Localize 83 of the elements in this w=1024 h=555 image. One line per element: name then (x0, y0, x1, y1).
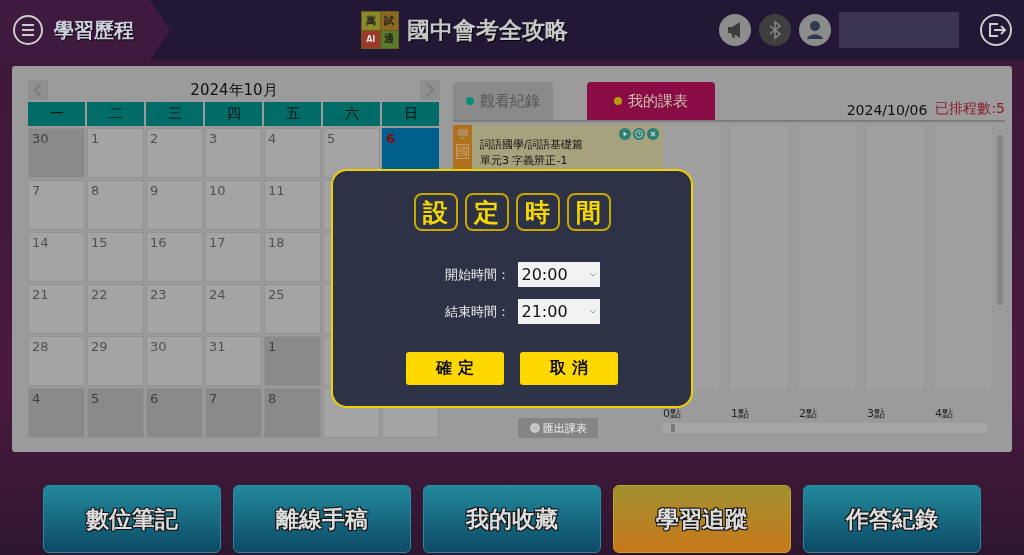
day-cell[interactable]: 22 (87, 284, 144, 334)
day-cell[interactable]: 16 (146, 232, 203, 282)
time-label: 開始時間： (444, 265, 510, 284)
day-cell[interactable]: 31 (205, 336, 262, 386)
day-cell[interactable]: 3 (205, 128, 262, 178)
weekday-header: 一 (28, 102, 85, 126)
day-cell[interactable]: 10 (205, 180, 262, 230)
nav-button[interactable]: 數位筆記 (43, 485, 221, 553)
weekday-header: 二 (87, 102, 144, 126)
day-cell[interactable]: 30 (146, 336, 203, 386)
play-icon[interactable] (619, 128, 631, 140)
dialog-title-char: 定 (464, 193, 509, 231)
tab[interactable]: 我的課表 (587, 82, 715, 120)
export-icon (529, 423, 540, 433)
schedule-date: 2024/10/06 (846, 102, 928, 118)
caret-icon (589, 272, 596, 277)
day-cell[interactable]: 8 (87, 180, 144, 230)
month-title: 2024年10月 (190, 80, 278, 100)
time-select[interactable]: 20:00 (517, 262, 600, 287)
time-select[interactable]: 21:00 (517, 299, 600, 324)
weekday-header: 五 (264, 102, 321, 126)
day-cell[interactable]: 30 (28, 128, 85, 178)
dialog-title-char: 間 (566, 193, 611, 231)
day-cell[interactable]: 24 (205, 284, 262, 334)
clock-icon[interactable] (633, 128, 645, 140)
entry-title: 詞語國學/詞語基礎篇 (480, 137, 583, 152)
hour-label: 0點 (663, 408, 682, 420)
day-cell[interactable]: 1 (264, 336, 321, 386)
day-cell[interactable]: 6 (146, 388, 203, 438)
day-cell[interactable]: 8 (264, 388, 321, 438)
day-cell[interactable]: 11 (264, 180, 321, 230)
megaphone-icon[interactable] (719, 14, 751, 46)
dialog-title-char: 時 (515, 193, 560, 231)
subject-badge: 國 (456, 144, 469, 159)
day-cell[interactable]: 5 (87, 388, 144, 438)
nav-button[interactable]: 我的收藏 (423, 485, 601, 553)
day-cell[interactable]: 15 (87, 232, 144, 282)
app-title: 國中會考全攻略 (407, 15, 568, 45)
weekday-header: 四 (205, 102, 262, 126)
day-cell[interactable]: 18 (264, 232, 321, 282)
weekday-header: 六 (323, 102, 380, 126)
day-cell[interactable]: 17 (205, 232, 262, 282)
chevron-left-icon (33, 83, 43, 97)
caret-icon (589, 309, 596, 314)
nav-button[interactable]: 離線手稿 (233, 485, 411, 553)
weekday-header: 日 (382, 102, 439, 126)
schedule-count: 已排程數:5 (935, 100, 1005, 118)
export-schedule-button[interactable]: 匯出課表 (518, 418, 598, 438)
close-icon[interactable] (647, 128, 659, 140)
day-cell[interactable]: 1 (87, 128, 144, 178)
nav-button[interactable]: 作答紀錄 (803, 485, 981, 553)
hour-label: 4點 (935, 408, 954, 420)
hour-label: 3點 (867, 408, 886, 420)
day-cell[interactable]: 4 (28, 388, 85, 438)
day-cell[interactable]: 23 (146, 284, 203, 334)
time-label: 結束時間： (444, 302, 510, 321)
day-cell[interactable]: 4 (264, 128, 321, 178)
day-cell[interactable]: 28 (28, 336, 85, 386)
day-cell[interactable]: 7 (205, 388, 262, 438)
section-tab[interactable]: 學習歷程 (0, 0, 170, 60)
chevron-right-icon (425, 83, 435, 97)
bluetooth-icon[interactable] (759, 14, 791, 46)
day-cell[interactable]: 29 (87, 336, 144, 386)
day-cell[interactable]: 7 (28, 180, 85, 230)
user-icon[interactable] (799, 14, 831, 46)
hour-label: 1點 (731, 408, 750, 420)
day-cell[interactable]: 21 (28, 284, 85, 334)
logo: 萬 試 AI 通 (361, 11, 399, 49)
horizontal-scrollbar[interactable] (663, 423, 987, 433)
entry-unit: 單元3 字義辨正-1 (480, 153, 569, 168)
nav-button[interactable]: 學習追蹤 (613, 485, 791, 553)
menu-icon[interactable] (12, 14, 44, 46)
day-cell[interactable]: 9 (146, 180, 203, 230)
logout-icon[interactable] (979, 13, 1013, 47)
dialog-button[interactable]: 確 定 (406, 352, 504, 385)
hour-label: 2點 (799, 408, 818, 420)
day-cell[interactable]: 2 (146, 128, 203, 178)
day-cell[interactable]: 14 (28, 232, 85, 282)
monitor-icon (456, 128, 469, 140)
dialog-button[interactable]: 取 消 (520, 352, 618, 385)
weekday-header: 三 (146, 102, 203, 126)
day-cell[interactable]: 25 (264, 284, 321, 334)
dialog-title-char: 設 (413, 193, 458, 231)
